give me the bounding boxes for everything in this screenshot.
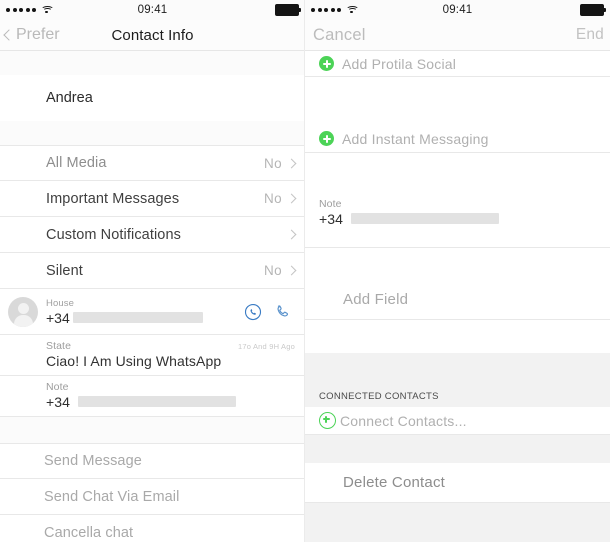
state-field-head: State 17o And 9H Ago [46, 340, 295, 352]
screen-divider [304, 0, 305, 542]
send-chat-via-email-label: Send Chat Via Email [44, 488, 180, 505]
spacer-mid-3 [305, 233, 610, 247]
spacer-mid-5 [305, 320, 610, 353]
status-bar-time: 09:41 [137, 4, 168, 16]
whatsapp-icon[interactable] [244, 303, 262, 321]
delete-contact-label: Delete Contact [343, 474, 446, 491]
spacer-after-name [0, 121, 305, 145]
row-important-messages-right: No [263, 191, 297, 206]
avatar-placeholder-icon [8, 296, 38, 327]
page-title: Contact Info [111, 26, 194, 44]
status-bar-left: 09:41 [0, 0, 305, 20]
send-chat-via-email-button[interactable]: Send Chat Via Email [0, 479, 305, 515]
plus-circle-outline-icon [319, 412, 336, 429]
spacer-mid-2 [305, 153, 610, 193]
send-message-button[interactable]: Send Message [0, 443, 305, 479]
settings-section: All Media No Important Messages No Custo… [0, 145, 305, 417]
note-prefix: +34 [46, 394, 71, 410]
state-field-key: State [46, 340, 72, 352]
actions-section: Send Message Send Chat Via Email Cancell… [0, 443, 305, 542]
note-field-right-value: +34 [319, 211, 600, 227]
row-silent-value: No [263, 263, 282, 278]
note-field-head: Note [46, 381, 295, 393]
chevron-right-icon [286, 229, 297, 240]
plus-circle-icon [319, 131, 334, 146]
connected-contacts-header: CONNECTED CONTACTS [305, 377, 610, 407]
note-field-right-head: Note [319, 198, 600, 210]
status-bar-right: 09:41 [305, 0, 610, 20]
spacer-grey-2 [305, 435, 610, 463]
note-right-redacted-bar [351, 213, 500, 224]
add-profile-social-label: Add Protila Social [342, 55, 457, 72]
connect-contacts-row[interactable]: Connect Contacts... [305, 407, 610, 435]
row-all-media-label: All Media [46, 155, 107, 171]
row-custom-notifications[interactable]: Custom Notifications [0, 217, 305, 253]
delete-contact-row[interactable]: Delete Contact [305, 463, 610, 503]
navigation-bar-left: Prefer Contact Info Edit [0, 20, 305, 51]
plus-circle-icon [319, 56, 334, 71]
note-field-right-key: Note [319, 198, 342, 210]
add-instant-messaging-label: Add Instant Messaging [342, 130, 489, 147]
add-field-label: Add Field [343, 291, 409, 308]
status-bar-time: 09:41 [442, 4, 473, 16]
contact-action-icons [244, 303, 291, 321]
phone-icon[interactable] [273, 303, 291, 321]
spacer-mid-1 [305, 77, 610, 125]
state-field[interactable]: State 17o And 9H Ago Ciao! I Am Using Wh… [0, 335, 305, 376]
battery-icon [580, 4, 607, 16]
chevron-right-icon [286, 158, 297, 168]
status-bar-battery-group [275, 0, 302, 20]
cancel-button[interactable]: Cancel [313, 26, 366, 45]
row-silent-right: No [263, 263, 297, 278]
spacer-grey-3 [305, 503, 610, 542]
send-message-label: Send Message [44, 453, 142, 469]
note-redacted-bar [78, 396, 237, 407]
spacer-before-actions [0, 417, 305, 443]
row-all-media-value: No [263, 155, 282, 171]
note-field-right[interactable]: Note +34 [305, 193, 610, 233]
spacer-mid-4 [305, 248, 610, 280]
status-bar-battery-group-right [580, 0, 607, 20]
cancella-chat-button[interactable]: Cancella chat [0, 515, 305, 542]
row-silent[interactable]: Silent No [0, 253, 305, 289]
row-important-messages-value: No [263, 191, 282, 206]
row-custom-notifications-label: Custom Notifications [46, 226, 181, 243]
screen-edit-contact: 09:41 Cancel End Add Protila Social Add … [305, 0, 610, 542]
contact-phone-info: House +34 [46, 298, 244, 326]
dual-screen-container: 09:41 Prefer Contact Info Edit Andrea Al… [0, 0, 610, 542]
state-field-time: 17o And 9H Ago [237, 342, 295, 351]
screen-contact-info: 09:41 Prefer Contact Info Edit Andrea Al… [0, 0, 305, 542]
end-button[interactable]: End [576, 26, 604, 44]
phone-prefix: +34 [46, 309, 70, 326]
row-important-messages[interactable]: Important Messages No [0, 181, 305, 217]
spacer-top [0, 51, 305, 75]
contact-name: Andrea [0, 75, 305, 121]
battery-icon [275, 4, 302, 16]
row-all-media-right: No [263, 155, 297, 171]
phone-redacted-bar [72, 312, 203, 323]
note-field-key: Note [46, 381, 69, 393]
state-field-value: Ciao! I Am Using WhatsApp [46, 353, 222, 369]
note-field-value: +34 [46, 394, 295, 410]
row-important-messages-label: Important Messages [46, 190, 180, 207]
chevron-right-icon [286, 265, 297, 276]
row-all-media[interactable]: All Media No [0, 145, 305, 181]
note-field[interactable]: Note +34 [0, 376, 305, 417]
spacer-grey-1 [305, 353, 610, 377]
phone-value-line: +34 [46, 310, 244, 326]
cancella-chat-label: Cancella chat [44, 524, 134, 541]
navigation-bar-right: Cancel End [305, 20, 610, 51]
note-right-prefix: +34 [319, 211, 344, 227]
contact-phone-row[interactable]: House +34 [0, 289, 305, 335]
row-custom-notifications-right [286, 229, 297, 240]
add-instant-messaging-row[interactable]: Add Instant Messaging [305, 125, 610, 153]
connect-contacts-label: Connect Contacts... [340, 412, 467, 429]
chevron-right-icon [286, 193, 297, 204]
row-silent-label: Silent [46, 262, 83, 279]
add-field-row[interactable]: Add Field [305, 280, 610, 320]
phone-label: House [46, 297, 74, 309]
add-profile-social-row[interactable]: Add Protila Social [305, 51, 610, 77]
